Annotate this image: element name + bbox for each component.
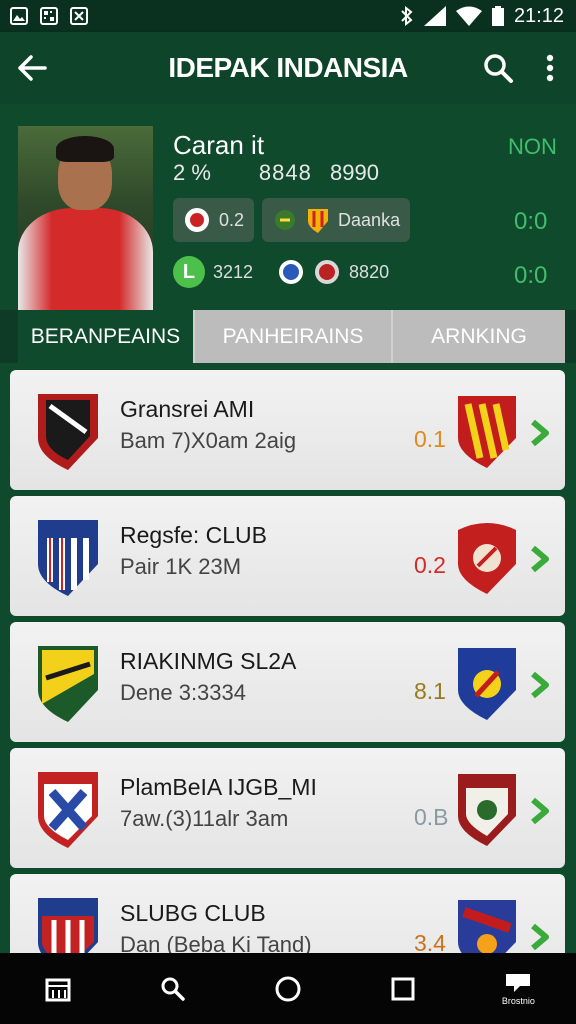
player-meta-number: 8848 8990 [259,160,379,186]
player-meta-percent: 2 % [173,160,211,185]
club-card[interactable]: RIAKINMG SL2A Dene 3:3334 8.1 [10,622,565,742]
club-title: Gransrei AMI [120,396,255,422]
chevron-right-icon[interactable] [528,796,552,826]
stat-row-2: L 3212 8820 [173,256,389,288]
tab-panheirains[interactable]: PANHEIRAINS [193,310,391,363]
club-card[interactable]: Regsfe: CLUB Pair 1K 23M 0.2 [10,496,565,616]
home-circle-icon [275,976,301,1001]
club-title: RIAKINMG SL2A [120,648,297,674]
stat-chip-1-value: 0.2 [219,209,245,230]
tab-bar: BERANPEAINS PANHEIRAINS ARNKING [18,310,565,363]
club-score: 8.1 [414,678,446,704]
club-crest-icon [275,210,296,230]
search-button[interactable] [472,32,524,104]
player-hair [56,136,114,162]
nav-recents-button[interactable] [373,959,433,1019]
chevron-right-icon[interactable] [528,922,552,952]
chevron-right-icon[interactable] [528,418,552,448]
status-bar: 21:12 [0,0,576,32]
player-profile: Caran it 2 % 8848 8990 NON 0.2 Daanka 0:… [0,104,576,316]
search-icon [161,977,185,1001]
player-meta-mid: 8848 [258,160,312,185]
app-title: IDEPAK INDANSIA [168,52,408,83]
club-subtitle: Dan (Beba Ki Tand) [120,932,312,953]
club-crest-icon [38,898,98,953]
club-card[interactable]: SLUBG CLUB Dan (Beba Ki Tand) 3.4 [10,874,565,953]
club-crest-icon [38,646,98,722]
chevron-right-icon[interactable] [528,544,552,574]
club-card[interactable]: Gransrei AMI Bam 7)X0am 2aig 0.1 [10,370,565,490]
nav-chat-label: Brostnio [501,995,535,1006]
back-arrow-icon [18,55,47,81]
navigation-bar: Brostnio [0,953,576,1024]
player-name: Caran it [173,130,265,160]
more-vert-icon [546,54,554,82]
player-photo[interactable] [18,126,153,316]
app-bar: IDEPAK INDANSIA [0,32,576,104]
image-notification-icon [10,7,28,25]
chevron-right-icon[interactable] [528,670,552,700]
more-options-button[interactable] [524,32,576,104]
club-subtitle: 7aw.(3)11alr 3am [120,806,289,831]
search-icon [484,54,513,83]
tab-beranpeains[interactable]: BERANPEAINS [18,310,193,363]
club-score: 0.1 [414,426,446,452]
stat-score-2: 0:0 [514,262,548,289]
league-badge: L [173,256,205,288]
back-button[interactable] [0,32,64,104]
opponent-crest-icon [458,774,516,846]
stat-row-2-value1: 3212 [213,261,254,282]
shield-crest-icon [308,209,329,233]
stat-chip-1[interactable]: 0.2 [173,198,255,242]
opponent-crest-icon [458,648,516,720]
sports-notification-icon [70,7,88,25]
stat-row-2-value2: 8820 [349,261,390,282]
opponent-crest-icon [458,900,516,953]
player-meta-right: 8990 [330,160,379,185]
status-time: 21:12 [513,4,564,27]
player-jersey [18,208,153,316]
nav-search-button[interactable] [143,959,203,1019]
calendar-icon [45,978,71,1001]
club-list: Gransrei AMI Bam 7)X0am 2aig 0.1 Regsfe:… [0,363,576,953]
bluetooth-icon [401,6,413,26]
now-badge: NON [508,134,557,159]
club-crest-icon [38,394,98,470]
nav-home-button[interactable] [258,959,318,1019]
club-card[interactable]: PlamBeIA IJGB_MI 7aw.(3)11alr 3am 0.B [10,748,565,868]
qr-notification-icon [40,7,58,25]
opponent-crest-icon [458,523,516,594]
wifi-icon [455,6,482,26]
stat-row-1: 0.2 Daanka [173,198,411,242]
status-notifications [10,7,88,25]
stat-chip-2[interactable]: Daanka [262,198,411,242]
club-crest-icon [279,260,304,284]
stat-chip-2-label: Daanka [338,209,401,230]
club-crest-icon [38,772,98,848]
signal-icon [423,6,446,26]
chat-icon [506,973,531,992]
club-subtitle: Dene 3:3334 [120,680,246,705]
club-title: PlamBeIA IJGB_MI [120,774,317,800]
nav-calendar-button[interactable] [28,959,88,1019]
club-subtitle: Bam 7)X0am 2aig [120,428,297,453]
club-crest-icon [38,520,98,596]
recents-square-icon [391,977,415,1000]
club-score: 0.B [414,804,449,830]
tab-arnking[interactable]: ARNKING [391,310,565,363]
status-system: 21:12 [400,5,564,28]
stat-score-1: 0:0 [514,208,548,235]
club-title: Regsfe: CLUB [120,522,268,548]
club-subtitle: Pair 1K 23M [120,554,242,579]
player-meta: 2 % 8848 8990 [173,160,379,186]
club-title: SLUBG CLUB [120,900,266,926]
club-crest-icon [315,260,340,284]
opponent-crest-icon [458,396,516,468]
battery-icon [491,6,504,26]
club-score: 0.2 [414,552,446,578]
nav-chat-button[interactable]: Brostnio [488,959,548,1019]
club-crest-icon [185,208,209,232]
club-score: 3.4 [414,930,446,953]
